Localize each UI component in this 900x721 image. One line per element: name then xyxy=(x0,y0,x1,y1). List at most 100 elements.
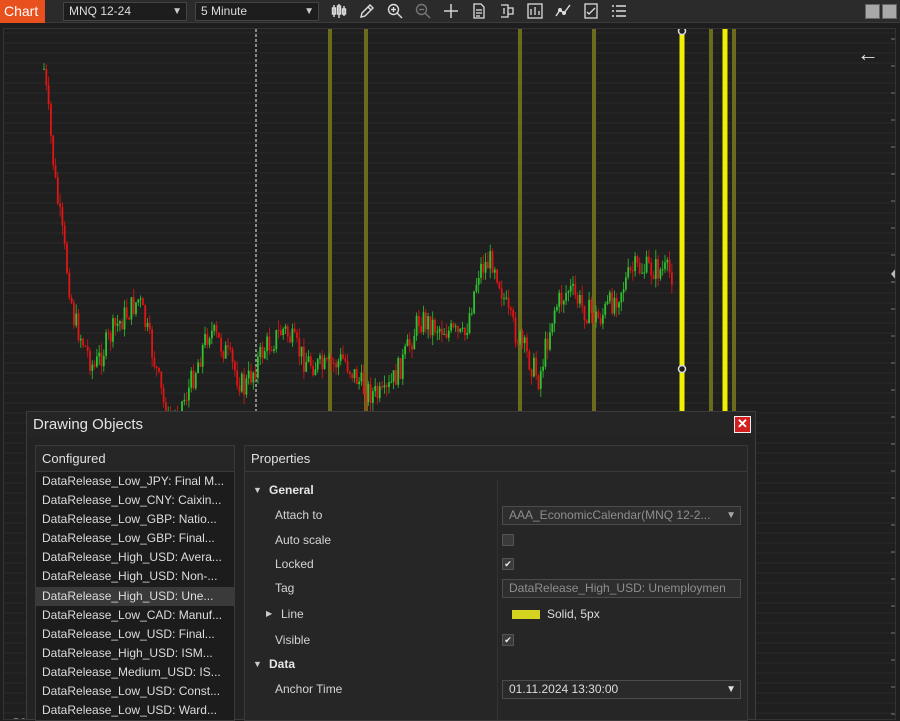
group-data[interactable]: ▼ Data xyxy=(245,652,747,676)
configured-item[interactable]: DataRelease_Low_GBP: Final... xyxy=(36,529,234,548)
candle-body xyxy=(369,384,372,403)
bar-type-icon[interactable] xyxy=(330,2,348,20)
candle-body xyxy=(526,337,528,352)
candle-body xyxy=(79,338,82,341)
candle-body xyxy=(381,386,383,388)
candle-body xyxy=(567,291,570,293)
property-visible: Visible ✔ xyxy=(245,628,747,652)
candle-body xyxy=(323,358,326,369)
configured-item[interactable]: DataRelease_Medium_USD: IS... xyxy=(36,663,234,682)
locked-checkbox[interactable]: ✔ xyxy=(502,558,514,570)
chart-tab[interactable]: Chart xyxy=(0,0,45,23)
indicators-icon[interactable] xyxy=(498,2,516,20)
close-button[interactable]: ✕ xyxy=(734,416,751,433)
candle-body xyxy=(68,272,71,298)
data-box-icon[interactable] xyxy=(470,2,488,20)
candle-body xyxy=(47,85,50,105)
arrow-left-icon[interactable]: ← xyxy=(857,41,879,67)
candle-body xyxy=(208,338,211,345)
candle-body xyxy=(63,225,66,244)
candle-body xyxy=(505,297,508,299)
candle-body xyxy=(342,354,344,359)
interval-selector[interactable]: 5 Minute ▼ xyxy=(195,2,319,21)
anchor-time-picker[interactable]: 01.11.2024 13:30:00 ▼ xyxy=(502,680,741,699)
configured-item[interactable]: DataRelease_High_USD: Non-... xyxy=(36,567,234,586)
property-tag: Tag DataRelease_High_USD: Unemploymen xyxy=(245,576,747,600)
candle-body xyxy=(153,357,156,367)
group-general[interactable]: ▼ General xyxy=(245,478,747,502)
candle-body xyxy=(480,263,482,278)
candle-body xyxy=(388,382,390,388)
candle-body xyxy=(424,312,427,330)
configured-item[interactable]: DataRelease_Low_USD: Const... xyxy=(36,682,234,701)
candle-body xyxy=(475,284,478,292)
configured-item[interactable]: DataRelease_High_USD: ISM... xyxy=(36,644,234,663)
candle-body xyxy=(206,334,209,345)
candle-body xyxy=(270,350,273,352)
property-line[interactable]: ▶ Line Solid, 5px xyxy=(245,602,747,626)
configured-item[interactable]: DataRelease_High_USD: Une... xyxy=(36,586,234,606)
candle-body xyxy=(282,328,285,336)
zoom-out-icon[interactable] xyxy=(414,2,432,20)
candle-body xyxy=(116,323,119,326)
auto-scale-checkbox[interactable] xyxy=(502,534,514,546)
candle-body xyxy=(335,363,337,368)
candle-body xyxy=(289,336,291,343)
anchor-handle xyxy=(677,364,687,374)
properties-header: Properties xyxy=(245,446,747,472)
attach-to-select[interactable]: AAA_EconomicCalendar(MNQ 12-2... ▼ xyxy=(502,506,741,525)
maximize-button[interactable] xyxy=(882,4,897,19)
property-anchor-time: Anchor Time 01.11.2024 13:30:00 ▼ xyxy=(245,677,747,701)
candle-body xyxy=(484,261,487,273)
configured-item[interactable]: DataRelease_High_USD: Avera... xyxy=(36,548,234,567)
pencil-icon[interactable] xyxy=(358,2,376,20)
configured-item[interactable]: DataRelease_Low_GBP: Natio... xyxy=(36,510,234,529)
candle-body xyxy=(661,269,664,271)
visible-checkbox[interactable]: ✔ xyxy=(502,634,514,646)
crosshair-icon[interactable] xyxy=(442,2,460,20)
configured-item[interactable]: DataRelease_Low_USD: Final... xyxy=(36,625,234,644)
candle-body xyxy=(275,330,278,350)
candle-body xyxy=(482,263,485,273)
candle-body xyxy=(100,352,103,367)
candle-body xyxy=(450,323,452,331)
configured-item[interactable]: DataRelease_Low_USD: Ward... xyxy=(36,701,234,720)
candle-body xyxy=(194,373,197,389)
candle-body xyxy=(211,330,213,339)
properties-icon[interactable] xyxy=(582,2,600,20)
strategies-icon[interactable] xyxy=(526,2,544,20)
candle-body xyxy=(56,177,59,204)
candle-body xyxy=(641,272,643,274)
minimize-button[interactable] xyxy=(865,4,880,19)
candle-body xyxy=(652,275,655,279)
drawing-tools-icon[interactable] xyxy=(554,2,572,20)
candle-body xyxy=(238,385,241,392)
candle-body xyxy=(530,369,533,377)
candle-body xyxy=(422,312,425,333)
candle-body xyxy=(84,345,87,347)
candle-body xyxy=(588,299,590,324)
candle-body xyxy=(597,311,600,319)
candle-body xyxy=(314,369,317,376)
configured-item[interactable]: DataRelease_Low_CAD: Manuf... xyxy=(36,606,234,625)
candle-body xyxy=(576,294,579,304)
configured-item[interactable]: DataRelease_Low_JPY: Final M... xyxy=(36,472,234,491)
configured-list: Configured DataRelease_Low_JPY: Final M.… xyxy=(35,445,235,721)
candle-body xyxy=(420,325,423,333)
candle-body xyxy=(592,313,595,323)
list-icon[interactable] xyxy=(610,2,628,20)
chevron-down-icon: ▼ xyxy=(726,510,736,521)
candle-body xyxy=(91,364,94,371)
tag-input[interactable]: DataRelease_High_USD: Unemploymen xyxy=(502,579,741,598)
candle-body xyxy=(201,345,204,367)
candle-body xyxy=(461,327,464,329)
candle-body xyxy=(351,373,354,378)
candle-body xyxy=(213,325,216,331)
candle-body xyxy=(300,346,303,357)
zoom-in-icon[interactable] xyxy=(386,2,404,20)
instrument-selector[interactable]: MNQ 12-24 ▼ xyxy=(63,2,187,21)
configured-item[interactable]: DataRelease_Low_CNY: Caixin... xyxy=(36,491,234,510)
candle-body xyxy=(507,297,510,308)
candle-body xyxy=(86,346,89,351)
candle-body xyxy=(503,298,505,300)
